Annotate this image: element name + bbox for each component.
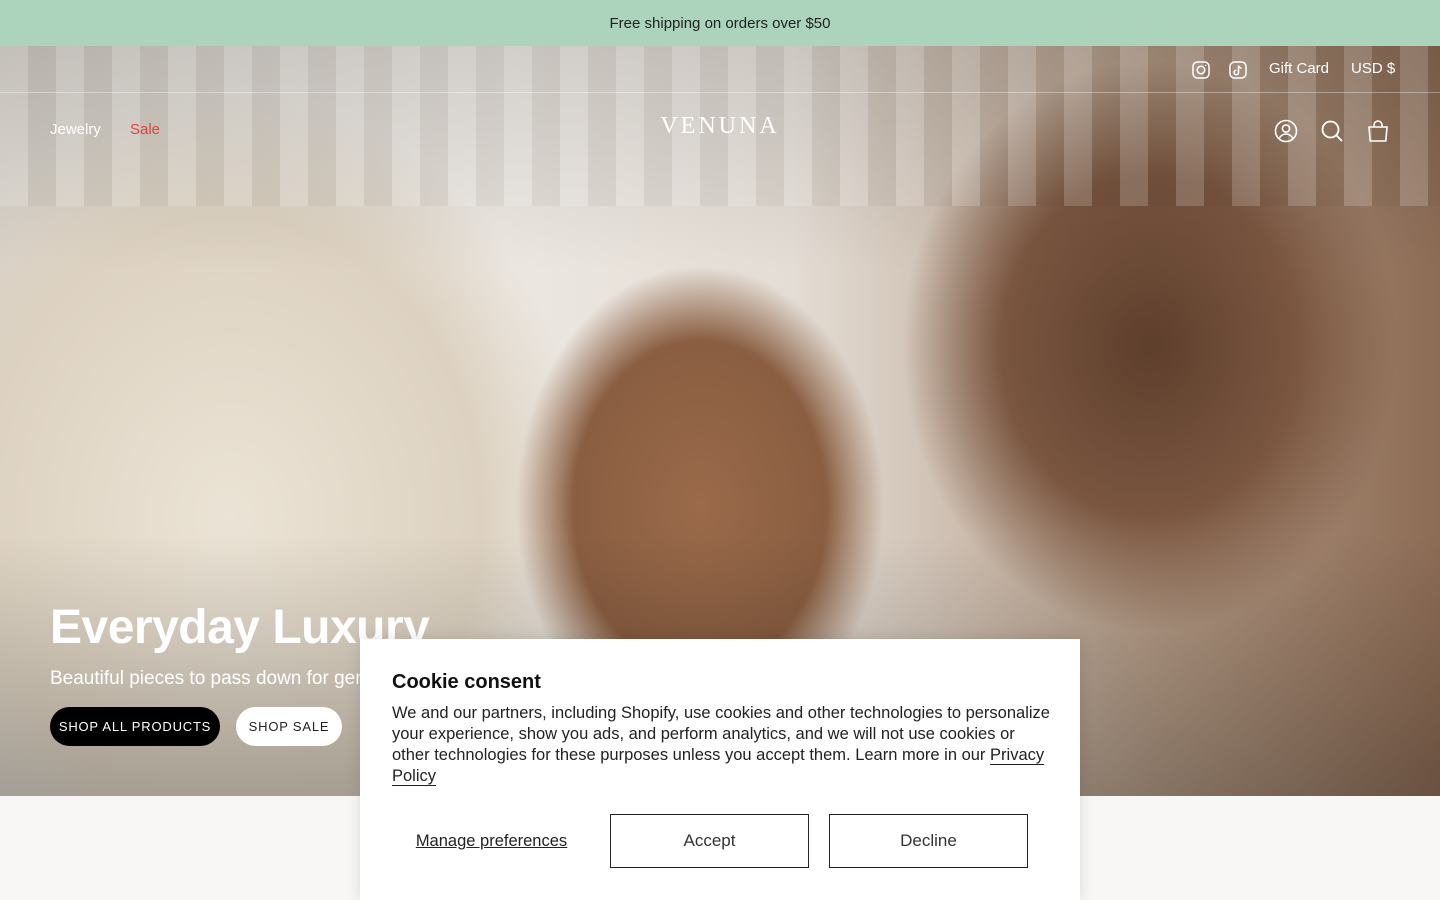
site-logo[interactable]: VENUNA	[620, 113, 820, 140]
cookie-consent-actions: Manage preferences Accept Decline	[392, 814, 1028, 868]
account-icon[interactable]	[1273, 118, 1299, 144]
search-icon[interactable]	[1319, 118, 1345, 144]
hero-subtitle: Beautiful pieces to pass down for gen	[50, 668, 366, 689]
cookie-consent-body: We and our partners, including Shopify, …	[392, 703, 1052, 787]
nav-jewelry[interactable]: Jewelry	[50, 121, 101, 138]
cookie-consent-title: Cookie consent	[392, 671, 541, 693]
cookie-consent-dialog: Cookie consent We and our partners, incl…	[360, 639, 1080, 900]
accept-button[interactable]: Accept	[610, 814, 809, 868]
announcement-text: Free shipping on orders over $50	[609, 14, 831, 32]
gift-card-link[interactable]: Gift Card	[1269, 60, 1329, 77]
currency-selector[interactable]: USD $	[1351, 60, 1395, 77]
decline-button[interactable]: Decline	[829, 814, 1028, 868]
shop-all-products-button[interactable]: SHOP ALL PRODUCTS	[50, 707, 220, 746]
announcement-bar: Free shipping on orders over $50	[0, 0, 1440, 46]
utility-bar: Gift Card USD $	[0, 46, 1440, 93]
tiktok-icon[interactable]	[1228, 60, 1248, 80]
cart-icon[interactable]	[1365, 118, 1391, 144]
shop-sale-button[interactable]: SHOP SALE	[236, 707, 342, 746]
manage-preferences-button[interactable]: Manage preferences	[392, 814, 591, 868]
instagram-icon[interactable]	[1191, 60, 1211, 80]
cookie-consent-text: We and our partners, including Shopify, …	[392, 704, 1050, 764]
nav-sale[interactable]: Sale	[130, 121, 160, 138]
